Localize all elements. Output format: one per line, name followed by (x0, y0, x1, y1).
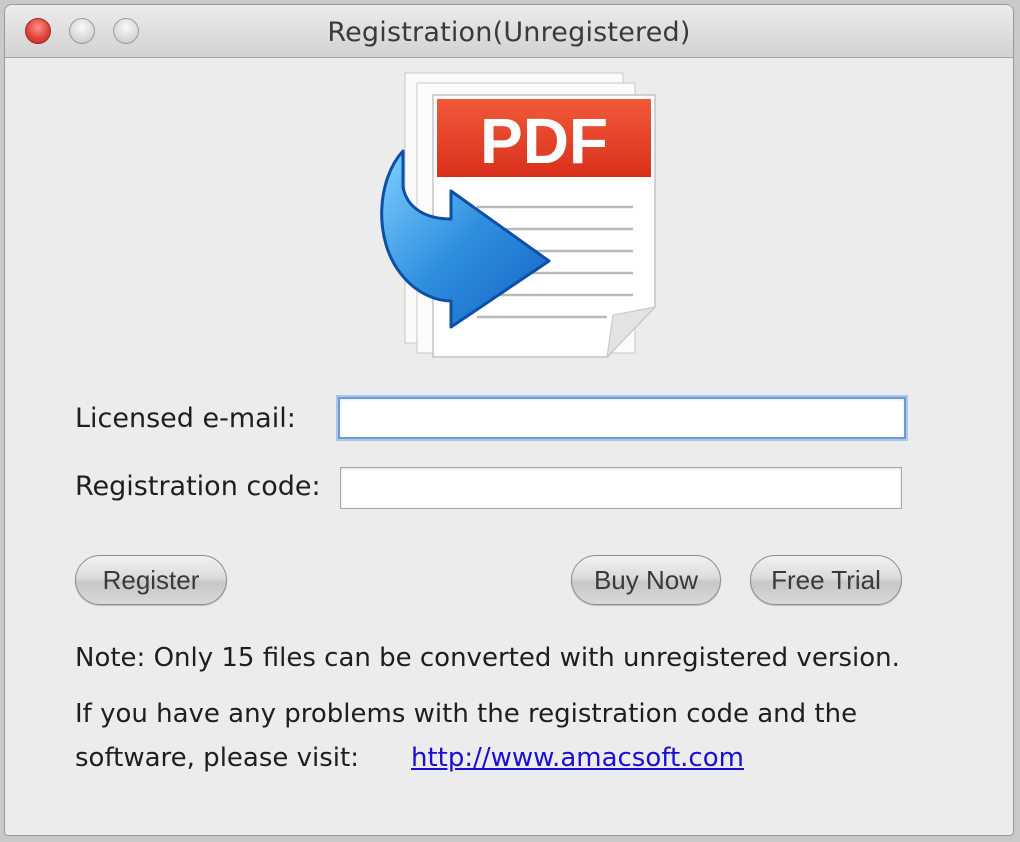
unregistered-limit-note: Note: Only 15 files can be converted wit… (75, 643, 900, 673)
licensed-email-input[interactable] (338, 397, 906, 439)
buy-now-button[interactable]: Buy Now (571, 555, 721, 605)
help-text-line-2: software, please visit: (75, 743, 359, 773)
registration-window: Registration(Unregistered) PDF Licensed … (4, 4, 1014, 836)
help-text-line-1: If you have any problems with the regist… (75, 699, 858, 729)
licensed-email-label: Licensed e-mail: (75, 403, 296, 434)
free-trial-button[interactable]: Free Trial (750, 555, 902, 605)
title-bar: Registration(Unregistered) (5, 5, 1013, 58)
logo-pdf-text: PDF (480, 105, 608, 177)
register-button[interactable]: Register (75, 555, 227, 605)
registration-code-input[interactable] (340, 467, 902, 509)
pdf-converter-logo-icon: PDF (380, 72, 657, 359)
website-link[interactable]: http://www.amacsoft.com (411, 743, 744, 773)
registration-code-label: Registration code: (75, 471, 321, 502)
window-title: Registration(Unregistered) (327, 17, 691, 48)
